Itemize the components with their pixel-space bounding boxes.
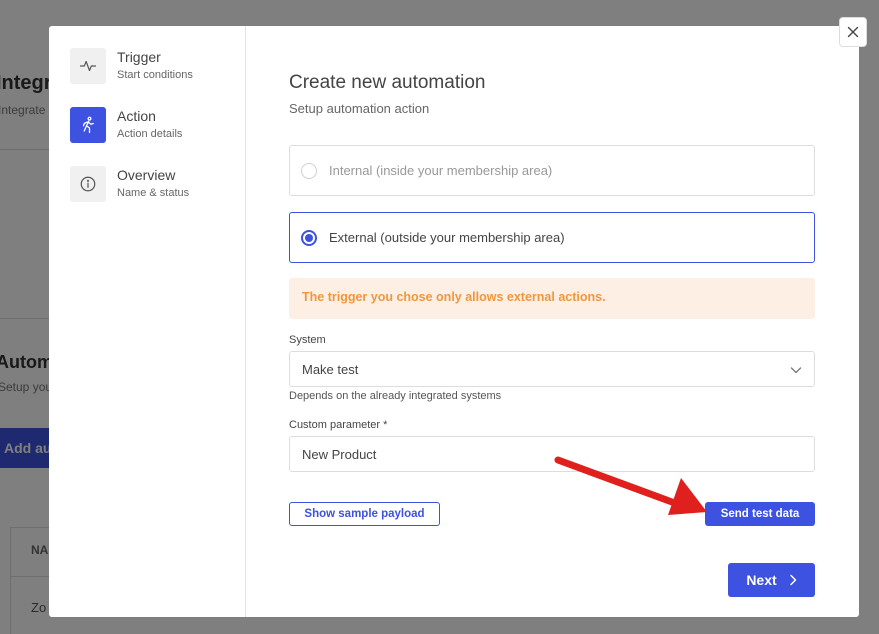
show-sample-payload-button[interactable]: Show sample payload [289,502,440,526]
next-button[interactable]: Next [728,563,815,597]
custom-parameter-label: Custom parameter * [289,419,388,431]
modal-subtitle: Setup automation action [289,101,430,116]
option-internal[interactable]: Internal (inside your membership area) [289,145,815,196]
next-button-label: Next [746,572,777,588]
custom-parameter-value: New Product [302,447,377,462]
activity-icon [70,48,106,84]
option-label: External (outside your membership area) [329,230,565,245]
wizard-steps: Trigger Start conditions Action Action d… [49,26,246,617]
custom-parameter-input[interactable]: New Product [289,436,815,472]
close-icon [847,26,859,38]
radio-button[interactable] [301,229,317,246]
step-title: Action [117,108,156,124]
create-automation-modal: Trigger Start conditions Action Action d… [49,26,859,617]
system-select-value: Make test [302,362,359,377]
step-action[interactable]: Action Action details [70,107,182,143]
modal-title: Create new automation [289,72,486,93]
modal-content: Create new automation Setup automation a… [289,26,815,617]
chevron-down-icon [790,364,802,379]
system-label: System [289,334,326,346]
system-select[interactable]: Make test [289,351,815,387]
step-subtitle: Action details [117,128,183,140]
chevron-right-icon [789,574,796,586]
radio-button[interactable] [301,162,317,179]
option-external[interactable]: External (outside your membership area) [289,212,815,263]
system-helper-text: Depends on the already integrated system… [289,390,502,402]
step-title: Overview [117,167,176,183]
step-title: Trigger [117,49,161,65]
step-subtitle: Name & status [117,187,190,199]
step-trigger[interactable]: Trigger Start conditions [70,48,193,84]
option-label: Internal (inside your membership area) [329,163,553,178]
running-person-icon [70,107,106,143]
send-test-data-button[interactable]: Send test data [705,502,815,526]
step-overview[interactable]: Overview Name & status [70,166,189,202]
warning-alert: The trigger you chose only allows extern… [289,278,815,319]
close-modal-button[interactable] [839,17,867,47]
step-subtitle: Start conditions [117,69,193,81]
info-icon [70,166,106,202]
